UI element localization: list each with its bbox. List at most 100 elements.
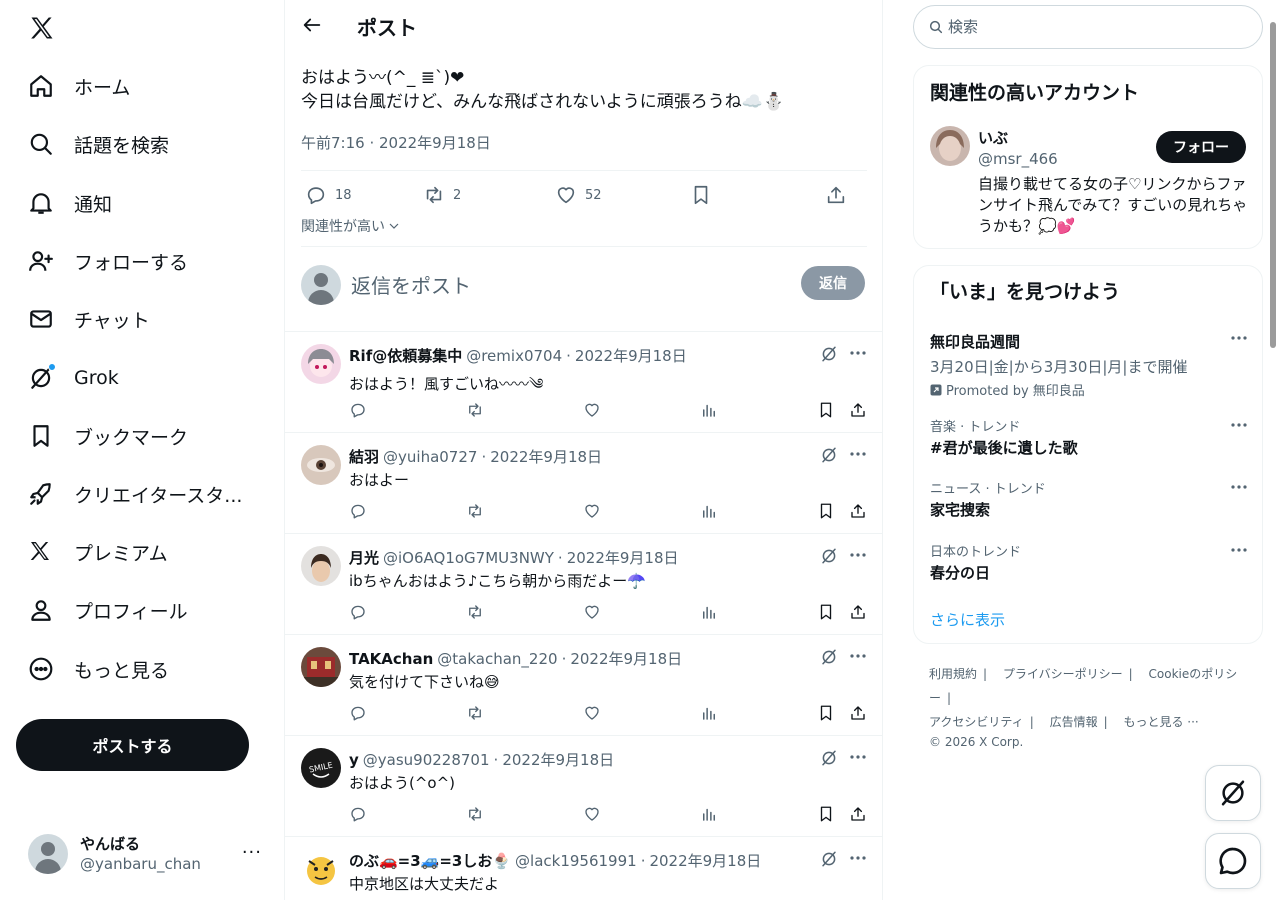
heart-icon[interactable] (583, 704, 601, 722)
nav-item-notifications[interactable]: 通知 (28, 188, 112, 218)
reply-post[interactable]: 結羽 @yuiha0727 · 2022年9月18日 おはよー (285, 433, 882, 534)
bookmark-icon[interactable] (817, 704, 835, 722)
reply-sort-dropdown[interactable]: 関連性が高い (301, 216, 400, 236)
bookmark-icon[interactable] (817, 805, 835, 823)
avatar[interactable] (930, 126, 970, 166)
views-icon[interactable] (700, 704, 718, 722)
reply-icon[interactable] (349, 502, 367, 520)
reply-icon[interactable] (349, 805, 367, 823)
footer-link-accessibility[interactable]: アクセシビリティ (929, 715, 1024, 729)
reply-author-name[interactable]: のぶ🚗=3🚙=3しお🍨 (349, 850, 511, 871)
more-dots-icon[interactable] (849, 344, 867, 362)
footer-link-more[interactable]: もっと見る ··· (1123, 715, 1198, 729)
grok-icon[interactable] (820, 749, 838, 767)
grok-icon[interactable] (820, 850, 838, 868)
repost-icon[interactable] (466, 805, 484, 823)
avatar[interactable]: SMILE (301, 748, 341, 788)
reply-date[interactable]: 2022年9月18日 (575, 345, 687, 366)
reply-post[interactable]: TAKAchan @takachan_220 · 2022年9月18日 気を付けて下さい… (285, 635, 882, 736)
footer-link-terms[interactable]: 利用規約 (929, 667, 977, 681)
more-dots-icon[interactable] (849, 546, 867, 564)
post-button[interactable]: ポストする (16, 719, 249, 771)
share-icon[interactable] (849, 502, 867, 520)
who-name[interactable]: いぶ (978, 127, 1008, 148)
views-icon[interactable] (700, 603, 718, 621)
more-dots-icon[interactable] (1230, 478, 1248, 496)
nav-item-profile[interactable]: プロフィール (28, 595, 188, 625)
reply-author-name[interactable]: TAKAchan (349, 650, 433, 668)
grok-icon[interactable] (820, 446, 838, 464)
share-icon[interactable] (849, 805, 867, 823)
reply-action[interactable]: 18 (305, 184, 352, 206)
repost-icon[interactable] (466, 704, 484, 722)
reply-author-name[interactable]: 結羽 (349, 446, 379, 467)
share-icon[interactable] (849, 603, 867, 621)
search-box[interactable] (913, 5, 1263, 49)
reply-author-name[interactable]: 月光 (349, 547, 379, 568)
like-action[interactable]: 52 (555, 184, 602, 206)
more-dots-icon[interactable] (1230, 416, 1248, 434)
nav-item-home[interactable]: ホーム (28, 71, 130, 101)
bookmark-icon[interactable] (817, 603, 835, 621)
repost-action[interactable]: 2 (423, 184, 461, 206)
views-icon[interactable] (700, 401, 718, 419)
grok-fab[interactable] (1205, 765, 1261, 821)
reply-author-name[interactable]: Rif@依頼募集中 (349, 345, 462, 366)
chat-fab[interactable] (1205, 833, 1261, 889)
avatar[interactable] (301, 647, 341, 687)
heart-icon[interactable] (583, 603, 601, 621)
avatar[interactable] (301, 344, 341, 384)
reply-input[interactable]: 返信をポスト (351, 270, 471, 299)
share-icon[interactable] (849, 704, 867, 722)
avatar[interactable] (301, 546, 341, 586)
back-arrow-icon[interactable] (301, 14, 323, 36)
share-action[interactable] (825, 184, 855, 206)
footer-link-privacy[interactable]: プライバシーポリシー (1003, 667, 1123, 681)
scrollbar[interactable] (1270, 22, 1276, 348)
reply-author-name[interactable]: y (349, 751, 359, 769)
focus-post-timestamp[interactable]: 午前7:16 · 2022年9月18日 (301, 132, 491, 153)
trend-item[interactable]: ニュース · トレンド 家宅捜索 (930, 478, 1248, 520)
follow-button[interactable]: フォロー (1156, 131, 1246, 163)
views-icon[interactable] (700, 805, 718, 823)
heart-icon[interactable] (583, 502, 601, 520)
trend-item-promoted[interactable]: 無印良品週間 3月20日|金|から3月30日|月|まで開催 Promoted b… (930, 329, 1248, 399)
share-icon[interactable] (849, 401, 867, 419)
reply-date[interactable]: 2022年9月18日 (567, 547, 679, 568)
more-dots-icon[interactable] (849, 748, 867, 766)
footer-link-ads[interactable]: 広告情報 (1050, 715, 1098, 729)
search-input[interactable] (948, 18, 1238, 36)
trend-item[interactable]: 音楽 · トレンド #君が最後に遺した歌 (930, 416, 1248, 458)
reply-post[interactable]: Rif@依頼募集中 @remix0704 · 2022年9月18日 おはよう！風すごいね… (285, 332, 882, 433)
nav-item-more[interactable]: もっと見る (28, 654, 169, 684)
reply-post[interactable]: SMILE y @yasu90228701 · 2022年9月18日 おはよう(^o^) (285, 736, 882, 837)
reply-icon[interactable] (349, 603, 367, 621)
reply-date[interactable]: 2022年9月18日 (490, 446, 602, 467)
reply-date[interactable]: 2022年9月18日 (649, 850, 761, 871)
avatar[interactable] (301, 849, 341, 889)
nav-item-bookmarks[interactable]: ブックマーク (28, 421, 188, 451)
reply-icon[interactable] (349, 704, 367, 722)
views-icon[interactable] (700, 502, 718, 520)
more-dots-icon[interactable] (1230, 541, 1248, 559)
x-logo-icon[interactable] (28, 14, 56, 42)
more-dots-icon[interactable] (849, 445, 867, 463)
nav-item-chat[interactable]: チャット (28, 304, 150, 334)
bookmark-icon[interactable] (817, 502, 835, 520)
heart-icon[interactable] (583, 805, 601, 823)
grok-icon[interactable] (820, 648, 838, 666)
grok-icon[interactable] (820, 547, 838, 565)
repost-icon[interactable] (466, 401, 484, 419)
nav-item-explore[interactable]: 話題を検索 (28, 129, 169, 159)
reply-post[interactable]: 月光 @iO6AQ1oG7MU3NWY · 2022年9月18日 ibちゃんおはよう♪こ… (285, 534, 882, 635)
bookmark-action[interactable] (690, 184, 720, 206)
nav-item-grok[interactable]: Grok (28, 363, 119, 393)
reply-date[interactable]: 2022年9月18日 (570, 648, 682, 669)
more-dots-icon[interactable]: ··· (242, 842, 262, 863)
reply-icon[interactable] (349, 401, 367, 419)
grok-icon[interactable] (820, 345, 838, 363)
more-dots-icon[interactable] (849, 849, 867, 867)
nav-item-creator-studio[interactable]: クリエイタースタ... (28, 479, 242, 509)
reply-post[interactable]: のぶ🚗=3🚙=3しお🍨 @lack19561991 · 2022年9月18日 中京地区は… (285, 837, 882, 900)
trend-item[interactable]: 日本のトレンド 春分の日 (930, 541, 1248, 583)
